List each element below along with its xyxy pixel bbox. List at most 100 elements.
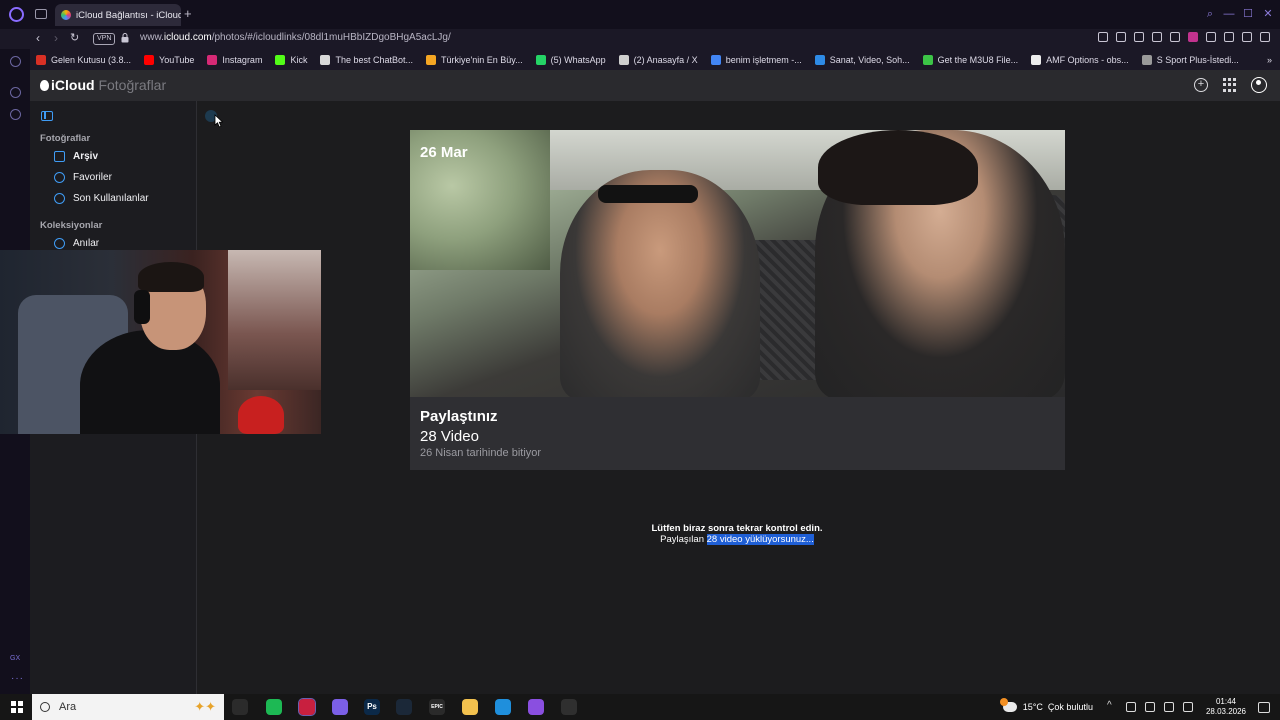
- bookmark-item[interactable]: Instagram: [207, 54, 263, 65]
- gmail-icon: [36, 54, 46, 65]
- file-explorer-icon[interactable]: [462, 699, 478, 715]
- puzzle-icon[interactable]: [1206, 32, 1216, 42]
- bookmark-label: Sanat, Video, Soh...: [829, 54, 910, 65]
- url-field[interactable]: www.icloud.com/photos/#/icloudlinks/08dl…: [140, 32, 451, 43]
- bookmark-item[interactable]: Türkiye'nin En Büy...: [426, 54, 523, 65]
- spotify-icon[interactable]: [266, 699, 282, 715]
- task-view-icon[interactable]: [232, 699, 248, 715]
- reload-icon[interactable]: ↻: [70, 31, 79, 44]
- network-icon[interactable]: [1144, 702, 1155, 712]
- share-icon[interactable]: [1224, 32, 1234, 42]
- extension-pink-icon[interactable]: [1188, 32, 1198, 42]
- m3u8-icon: [922, 54, 933, 65]
- new-tab-icon[interactable]: +: [184, 6, 192, 21]
- search-tabs-icon[interactable]: ⌕: [1204, 8, 1216, 20]
- sidebar-item-recents[interactable]: Son Kullanılanlar: [54, 193, 149, 204]
- forward-icon[interactable]: ›: [54, 31, 58, 45]
- sidebar-item-memories[interactable]: Anılar: [54, 238, 99, 249]
- maximize-icon[interactable]: ☐: [1242, 8, 1254, 20]
- bookmark-item[interactable]: benim işletmem -...: [710, 54, 802, 65]
- close-icon[interactable]: ✕: [1262, 8, 1274, 20]
- bookmark-label: S Sport Plus-İstedi...: [1156, 54, 1239, 65]
- edge-icon[interactable]: [495, 699, 511, 715]
- sidebar-more-icon[interactable]: ···: [11, 673, 24, 684]
- bookmark-item[interactable]: S Sport Plus-İstedi...: [1141, 54, 1239, 65]
- chevron-up-icon[interactable]: ^: [1107, 701, 1117, 712]
- screenshot-icon[interactable]: [1116, 32, 1126, 42]
- sidebar-player-icon[interactable]: [10, 56, 21, 67]
- bookmark-item[interactable]: YouTube: [144, 54, 194, 65]
- vpn-badge[interactable]: VPN: [93, 33, 116, 45]
- play-icon[interactable]: [1152, 32, 1162, 42]
- chatbot-icon: [320, 54, 331, 65]
- tab-manager-icon[interactable]: [35, 9, 47, 19]
- bookmark-item[interactable]: The best ChatBot...: [320, 54, 413, 65]
- bookmark-item[interactable]: Get the M3U8 File...: [922, 54, 1019, 65]
- taskbar-search[interactable]: Ara ✦✦: [32, 694, 224, 720]
- sidebar-item-favorites[interactable]: Favoriler: [54, 172, 112, 183]
- bookmark-item[interactable]: (2) Anasayfa / X: [618, 54, 698, 65]
- shared-album-card[interactable]: 26 Mar Paylaştınız 28 Video 26 Nisan tar…: [410, 130, 1065, 470]
- shared-link-content: 26 Mar Paylaştınız 28 Video 26 Nisan tar…: [197, 101, 1280, 694]
- opera-gx-icon[interactable]: [298, 698, 316, 716]
- kick-icon: [275, 54, 286, 65]
- browser-tab-active[interactable]: iCloud Bağlantısı - iCloud F: [55, 4, 181, 26]
- search-placeholder: Ara: [59, 701, 77, 713]
- section-title-collections: Koleksiyonlar: [40, 220, 103, 231]
- url-domain: icloud.com: [163, 32, 212, 43]
- bookmark-item[interactable]: Kick: [275, 54, 307, 65]
- bookmark-item[interactable]: Sanat, Video, Soh...: [814, 54, 910, 65]
- photoshop-icon[interactable]: Ps: [364, 699, 380, 715]
- sidebar-settings-icon[interactable]: [10, 109, 21, 120]
- weather-temp: 15°C: [1022, 702, 1043, 712]
- pin-icon[interactable]: [1098, 32, 1108, 42]
- bookmark-label: Get the M3U8 File...: [937, 54, 1019, 65]
- opera-logo-icon[interactable]: [9, 7, 24, 22]
- start-icon[interactable]: [11, 701, 23, 713]
- steam-icon[interactable]: [396, 699, 412, 715]
- globe-icon: [814, 54, 825, 65]
- icloud-favicon-icon: [61, 10, 71, 20]
- bookmarks-overflow-icon[interactable]: »: [1267, 55, 1272, 65]
- discord-icon[interactable]: [332, 699, 348, 715]
- minimize-icon[interactable]: —: [1223, 8, 1235, 20]
- epic-games-icon[interactable]: EPIC: [429, 699, 445, 715]
- store-icon: [426, 54, 437, 65]
- whatsapp-icon: [535, 54, 546, 65]
- volume-icon[interactable]: [1163, 702, 1174, 712]
- bookmark-item[interactable]: (5) WhatsApp: [535, 54, 606, 65]
- add-icon[interactable]: +: [1194, 78, 1208, 92]
- bookmark-item[interactable]: Gelen Kutusu (3.8...: [36, 54, 131, 65]
- bookmark-label: Instagram: [222, 54, 263, 65]
- webcam-overlay: [0, 250, 321, 434]
- account-icon[interactable]: [1251, 77, 1267, 93]
- sidebar-item-label: Favoriler: [73, 172, 112, 183]
- back-icon[interactable]: ‹: [36, 31, 40, 45]
- search-icon: [40, 702, 50, 712]
- microphone-icon[interactable]: [1125, 702, 1136, 712]
- tab-title: iCloud Bağlantısı - iCloud F: [76, 9, 181, 21]
- shield-icon[interactable]: [1134, 32, 1144, 42]
- clock[interactable]: 01:44 28.03.2026: [1206, 697, 1246, 717]
- battery-icon[interactable]: [1182, 702, 1193, 712]
- heart-icon[interactable]: [1170, 32, 1180, 42]
- weather-widget[interactable]: 15°C Çok bulutlu: [999, 698, 1093, 712]
- menu-icon[interactable]: [1260, 32, 1270, 42]
- gx-corner-icon[interactable]: GX: [10, 655, 20, 662]
- album-cover-photo[interactable]: 26 Mar: [410, 130, 1065, 397]
- obs-icon[interactable]: [561, 699, 577, 715]
- sidebar-history-icon[interactable]: [10, 87, 21, 98]
- app-circle-icon[interactable]: [528, 699, 544, 715]
- youtube-icon: [144, 54, 155, 65]
- sidebar-toggle-icon[interactable]: [41, 111, 53, 121]
- clock-time: 01:44: [1215, 697, 1236, 706]
- bookmark-item[interactable]: AMF Options - obs...: [1031, 54, 1129, 65]
- url-path: /photos/#/icloudlinks/08dl1muHBbIZDgoBHg…: [211, 32, 451, 43]
- notification-icon[interactable]: [1258, 701, 1270, 713]
- icloud-brand[interactable]: iCloud Fotoğraflar: [40, 77, 166, 93]
- download-icon[interactable]: [1242, 32, 1252, 42]
- upload-status: Paylaşılan 28 video yüklüyorsunuz...: [197, 534, 1277, 545]
- sidebar-item-library[interactable]: Arşiv: [54, 151, 98, 162]
- bookmark-label: Türkiye'nin En Büy...: [441, 54, 523, 65]
- app-grid-icon[interactable]: [1223, 78, 1237, 92]
